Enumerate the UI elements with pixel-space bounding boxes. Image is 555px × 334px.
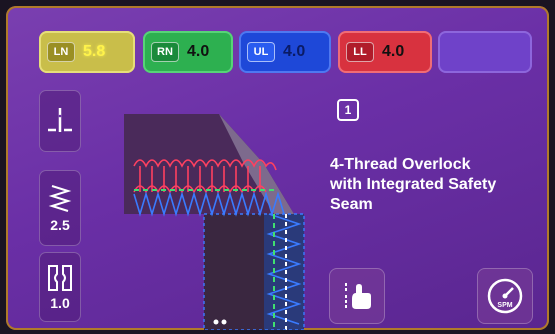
stitch-program-name: 4-Thread Overlock with Integrated Safety… <box>330 155 545 215</box>
stitch-name-line: Seam <box>330 196 373 213</box>
chip-value: 5.8 <box>83 43 106 60</box>
stitch-length-value: 2.5 <box>50 217 70 233</box>
chip-value: 4.0 <box>283 43 306 60</box>
hand-wheel-button[interactable] <box>329 268 385 324</box>
chip-value: 4.0 <box>382 43 405 60</box>
tension-chip-ln[interactable]: LN 5.8 <box>39 31 135 73</box>
hand-wheel-icon <box>345 283 371 309</box>
needle-position-button[interactable] <box>39 90 81 152</box>
stitch-name-line: with Integrated Safety <box>330 176 497 193</box>
speed-gauge-icon: SPM <box>487 278 523 314</box>
chip-label: LN <box>47 42 75 62</box>
page-dot <box>213 319 219 325</box>
chip-label: LL <box>346 42 374 62</box>
speed-button[interactable]: SPM <box>477 268 533 324</box>
stitch-length-icon <box>48 185 72 212</box>
tension-chip-ul[interactable]: UL 4.0 <box>239 31 331 73</box>
tension-chip-ll[interactable]: LL 4.0 <box>338 31 432 73</box>
needle-position-icon <box>48 108 72 132</box>
program-number: 1 <box>337 99 359 121</box>
page-dot <box>221 319 227 325</box>
speed-label: SPM <box>497 302 512 309</box>
tension-chip-rn[interactable]: RN 4.0 <box>143 31 233 73</box>
chip-label: UL <box>247 42 275 62</box>
stitch-illustration <box>124 114 305 330</box>
differential-value: 1.0 <box>50 295 70 311</box>
differential-feed-button[interactable]: 1.0 <box>39 252 81 322</box>
fabric-bottom-layer <box>204 214 264 330</box>
stitch-name-line: 4-Thread Overlock <box>330 156 471 173</box>
differential-feed-icon <box>48 265 72 291</box>
machine-display: LN 5.8 RN 4.0 UL 4.0 LL 4.0 2.5 1.0 1 4-… <box>6 6 549 330</box>
empty-chip[interactable] <box>438 31 532 73</box>
chip-value: 4.0 <box>187 43 210 60</box>
stitch-length-button[interactable]: 2.5 <box>39 170 81 246</box>
chip-label: RN <box>151 42 179 62</box>
